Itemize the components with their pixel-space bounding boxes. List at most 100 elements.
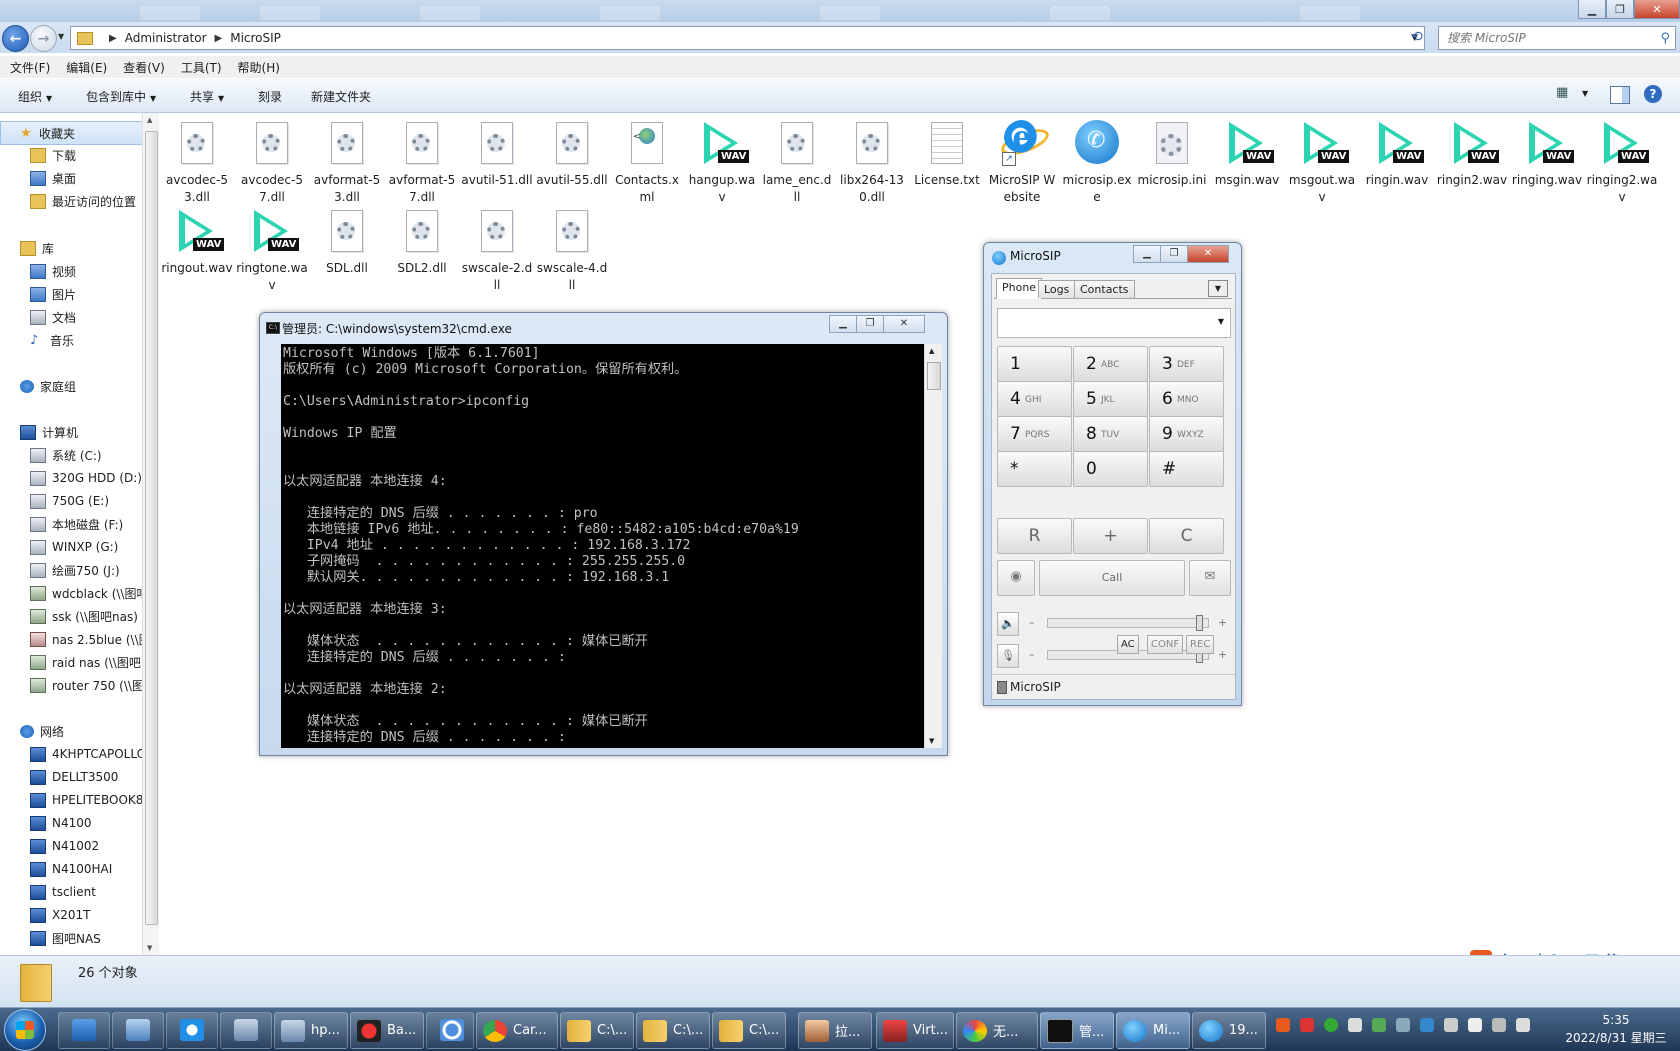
- volume-plus[interactable]: +: [1218, 616, 1227, 629]
- keypad-key[interactable]: 5 JKL: [1073, 381, 1148, 417]
- address-bar[interactable]: ▶ Administrator ▶ MicroSIP ▼: [70, 26, 1425, 50]
- nav-net-ssk[interactable]: ssk (\\图吧nas): [0, 605, 142, 627]
- tray-icon[interactable]: [1444, 1018, 1458, 1032]
- search-icon[interactable]: ⚲: [1660, 31, 1670, 46]
- nav-computer[interactable]: 计算机: [0, 421, 142, 443]
- microsip-menu-icon[interactable]: ▼: [1208, 280, 1228, 297]
- tray-icon[interactable]: [1300, 1018, 1314, 1032]
- file-item[interactable]: WAV msgout.wav: [1286, 120, 1358, 206]
- nav-network[interactable]: 网络: [0, 720, 142, 742]
- r-button[interactable]: R: [997, 518, 1072, 554]
- nav-host[interactable]: 4KHPTCAPOLLO: [0, 743, 142, 765]
- nav-music[interactable]: ♪ 音乐: [0, 329, 142, 351]
- close-button[interactable]: ✕: [1187, 245, 1229, 263]
- file-item[interactable]: < Contacts.xml: [611, 120, 683, 206]
- keypad-key[interactable]: 4 GHI: [997, 381, 1072, 417]
- file-item[interactable]: avutil-51.dll: [461, 120, 533, 189]
- file-item[interactable]: SDL.dll: [311, 208, 383, 277]
- nav-host[interactable]: X201T: [0, 904, 142, 926]
- file-item[interactable]: WAV ringout.wav: [161, 208, 233, 277]
- tab-phone[interactable]: Phone: [996, 278, 1043, 299]
- menu-help[interactable]: 帮助(H): [238, 59, 280, 76]
- nav-drive-c[interactable]: 系统 (C:): [0, 444, 142, 466]
- volume-plus[interactable]: +: [1218, 648, 1227, 661]
- file-item[interactable]: License.txt: [911, 120, 983, 189]
- close-button[interactable]: ✕: [1634, 0, 1680, 19]
- burn-button[interactable]: 刻录: [258, 88, 282, 105]
- file-item[interactable]: WAV ringtone.wav: [236, 208, 308, 294]
- nav-pictures[interactable]: 图片: [0, 283, 142, 305]
- task-button[interactable]: Car...: [476, 1012, 558, 1049]
- speaker-volume-slider[interactable]: [1047, 615, 1209, 631]
- file-item[interactable]: microsip.ini: [1136, 120, 1208, 189]
- sogou-tray-icon[interactable]: [1276, 1018, 1290, 1032]
- file-item[interactable]: WAV ringing.wav: [1511, 120, 1583, 189]
- task-button[interactable]: C:\...: [636, 1012, 710, 1049]
- task-button[interactable]: 19...: [1192, 1012, 1266, 1049]
- keypad-key[interactable]: 8 TUV: [1073, 416, 1148, 452]
- organize-button[interactable]: 组织 ▼: [18, 88, 52, 105]
- nav-drive-e[interactable]: 750G (E:): [0, 490, 142, 512]
- tray-icon[interactable]: [1372, 1018, 1386, 1032]
- nav-host[interactable]: N41002: [0, 835, 142, 857]
- nav-drive-g[interactable]: WINXP (G:): [0, 536, 142, 558]
- search-box[interactable]: ⚲: [1438, 26, 1676, 50]
- file-item[interactable]: WAV hangup.wav: [686, 120, 758, 206]
- keypad-key[interactable]: 2 ABC: [1073, 346, 1148, 382]
- scroll-up-icon[interactable]: ▲: [147, 116, 152, 124]
- file-item[interactable]: lame_enc.dll: [761, 120, 833, 206]
- file-item[interactable]: avformat-57.dll: [386, 120, 458, 206]
- c-button[interactable]: C: [1149, 518, 1224, 554]
- history-dropdown-icon[interactable]: ▼: [58, 32, 64, 41]
- task-button[interactable]: hp...: [274, 1012, 348, 1049]
- ac-button[interactable]: AC: [1117, 635, 1139, 654]
- task-button[interactable]: Ba...: [350, 1012, 424, 1049]
- preview-pane-icon[interactable]: [1610, 86, 1630, 104]
- maximize-button[interactable]: ❐: [1606, 0, 1634, 19]
- share-button[interactable]: 共享 ▼: [190, 88, 224, 105]
- scroll-up-icon[interactable]: ▲: [929, 347, 934, 355]
- task-manager-pin[interactable]: [112, 1012, 164, 1049]
- include-library-button[interactable]: 包含到库中 ▼: [86, 88, 156, 105]
- cmd-scrollbar[interactable]: ▲ ▼: [924, 344, 942, 748]
- nav-host[interactable]: tsclient: [0, 881, 142, 903]
- nav-recent[interactable]: 最近访问的位置: [0, 190, 142, 212]
- nav-downloads[interactable]: 下载: [0, 144, 142, 166]
- task-button[interactable]: Virt...: [876, 1012, 954, 1049]
- nav-net-wdcblack[interactable]: wdcblack (\\图吧: [0, 582, 142, 604]
- nav-libraries[interactable]: 库: [0, 237, 142, 259]
- file-item[interactable]: WAV msgin.wav: [1211, 120, 1283, 189]
- clock[interactable]: 5:35 2022/8/31 星期三: [1556, 1011, 1676, 1047]
- file-item[interactable]: WAV ringin2.wav: [1436, 120, 1508, 189]
- search-input[interactable]: [1445, 30, 1649, 46]
- scrollbar-thumb[interactable]: [927, 362, 941, 390]
- nav-host[interactable]: 图吧NAS: [0, 927, 142, 949]
- call-button[interactable]: Call: [1039, 560, 1185, 596]
- nav-homegroup[interactable]: 家庭组: [0, 375, 142, 397]
- tray-icon[interactable]: [1420, 1018, 1434, 1032]
- volume-minus[interactable]: –: [1029, 648, 1035, 661]
- nav-drive-j[interactable]: 绘画750 (J:): [0, 559, 142, 581]
- menu-view[interactable]: 查看(V): [123, 59, 165, 76]
- remote-desktop-pin[interactable]: [220, 1012, 272, 1049]
- video-call-button[interactable]: ◉: [997, 560, 1035, 596]
- nav-videos[interactable]: 视频: [0, 260, 142, 282]
- keypad-key[interactable]: 6 MNO: [1149, 381, 1224, 417]
- scroll-down-icon[interactable]: ▼: [929, 737, 934, 745]
- nav-drive-d[interactable]: 320G HDD (D:): [0, 467, 142, 489]
- tray-icon[interactable]: [1324, 1018, 1338, 1032]
- tab-logs[interactable]: Logs: [1038, 280, 1076, 298]
- keypad-key[interactable]: *: [997, 451, 1072, 487]
- start-button[interactable]: [4, 1009, 46, 1051]
- speaker-icon[interactable]: 🔈: [997, 612, 1019, 636]
- task-button[interactable]: C:\...: [712, 1012, 786, 1049]
- maximize-button[interactable]: ❐: [1160, 245, 1188, 263]
- nav-host[interactable]: DELLT3500: [0, 766, 142, 788]
- maximize-button[interactable]: ❐: [856, 315, 884, 333]
- volume-tray-icon[interactable]: [1516, 1018, 1530, 1032]
- task-button[interactable]: Mi...: [1116, 1012, 1190, 1049]
- keypad-key[interactable]: 1: [997, 346, 1072, 382]
- breadcrumb-administrator[interactable]: Administrator: [125, 31, 207, 45]
- scroll-down-icon[interactable]: ▼: [147, 944, 152, 952]
- task-button[interactable]: 管...: [1040, 1012, 1114, 1049]
